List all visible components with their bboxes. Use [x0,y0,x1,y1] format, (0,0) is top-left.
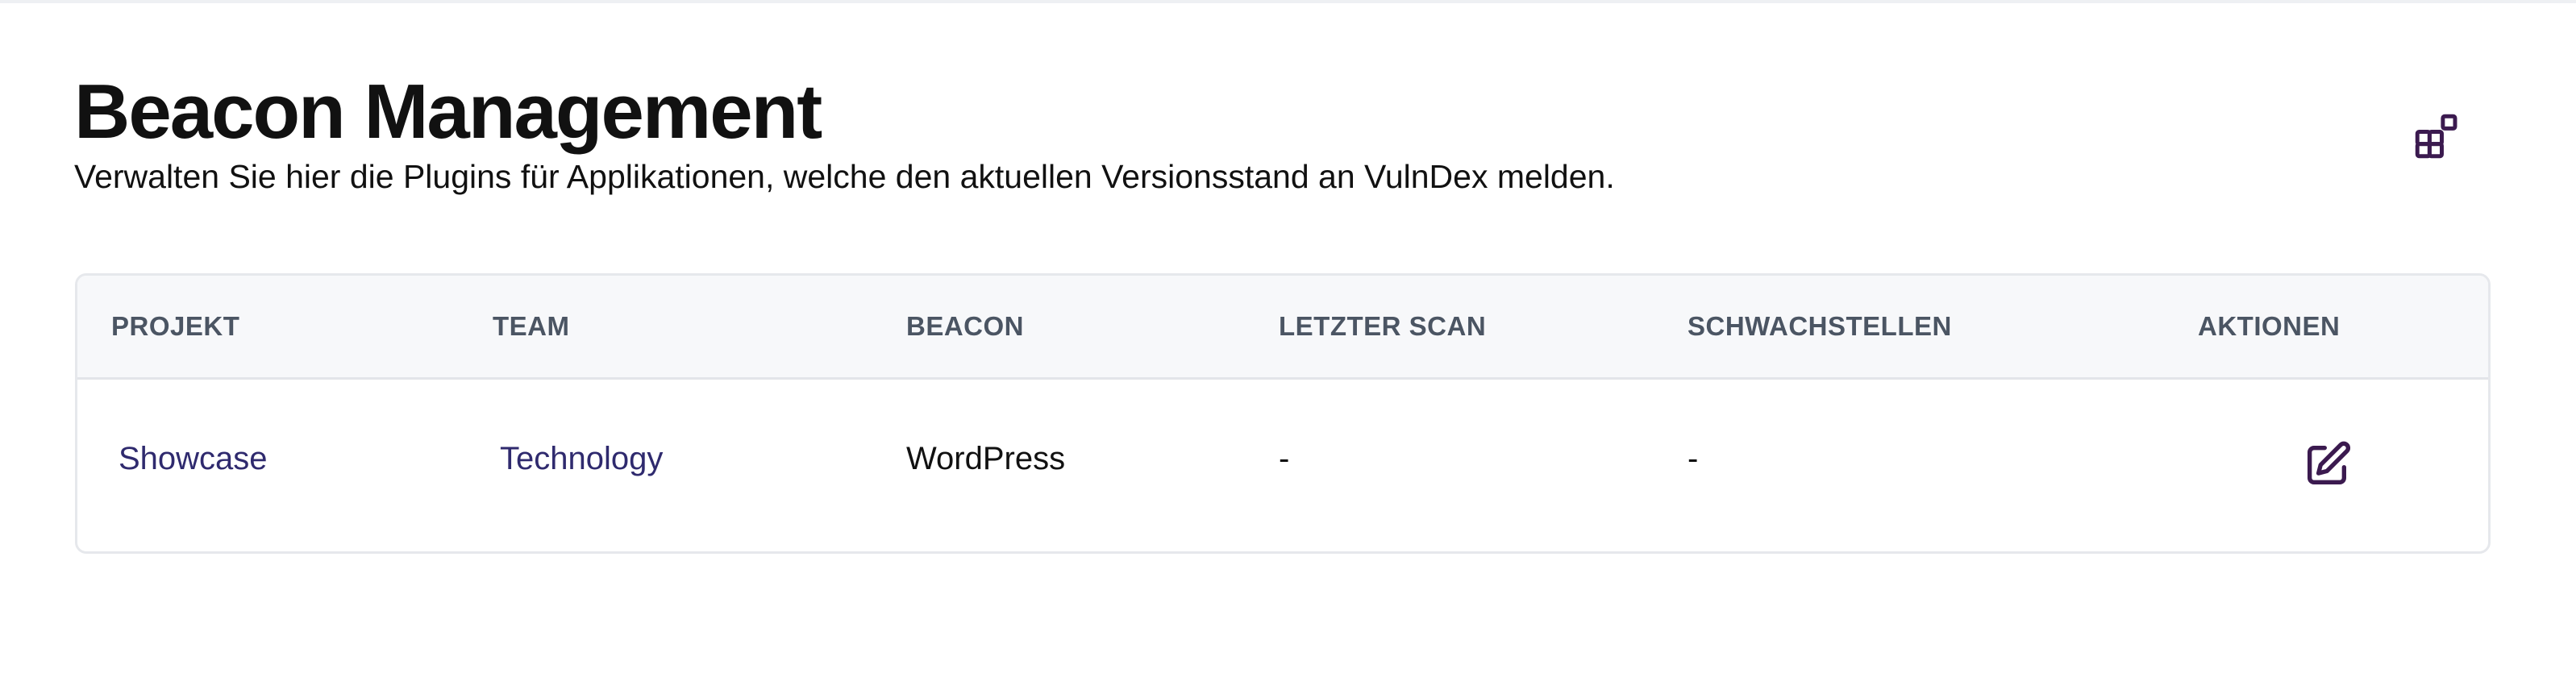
table-header: PROJEKT TEAM BEACON LETZTER SCAN SCHWACH… [77,276,2488,380]
column-header-aktionen: AKTIONEN [2198,311,2341,341]
page-header: Beacon Management Verwalten Sie hier die… [74,68,1615,197]
top-divider [0,0,2576,3]
column-header-team[interactable]: TEAM [493,311,570,342]
column-header-letzter-scan[interactable]: LETZTER SCAN [1279,311,1486,342]
column-header-beacon[interactable]: BEACON [906,311,1024,342]
table-row: Showcase Technology WordPress - - [77,380,2488,551]
widgets-add-icon[interactable] [2411,110,2464,163]
beacon-table: PROJEKT TEAM BEACON LETZTER SCAN SCHWACH… [75,273,2491,554]
column-header-schwachstellen[interactable]: SCHWACHSTELLEN [1688,311,1952,342]
page-title: Beacon Management [74,69,822,155]
edit-icon[interactable] [2301,439,2353,491]
last-scan-value: - [1279,441,1290,476]
project-link[interactable]: Showcase [119,441,268,477]
column-header-projekt[interactable]: PROJEKT [111,311,239,342]
beacon-value: WordPress [906,441,1066,476]
vulnerabilities-value: - [1688,441,1699,476]
team-link[interactable]: Technology [500,441,663,477]
page-subtitle: Verwalten Sie hier die Plugins für Appli… [74,158,1615,195]
